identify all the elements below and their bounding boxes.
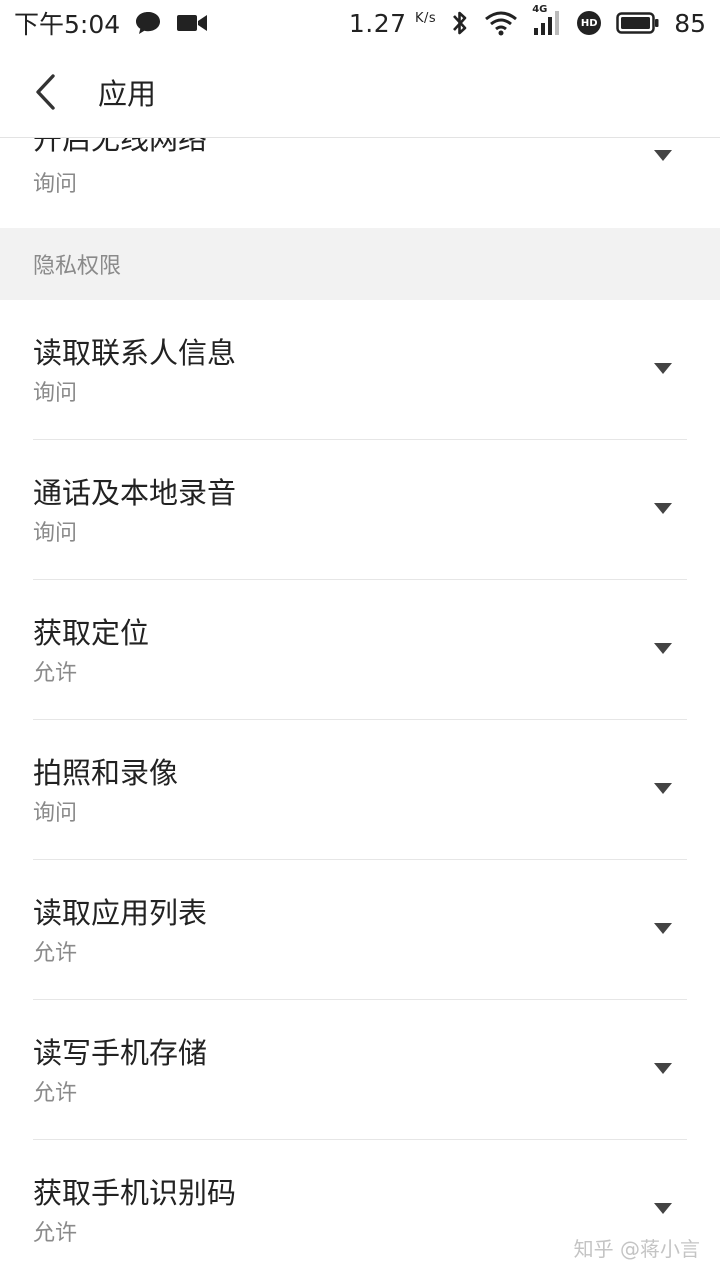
permission-item-app-list[interactable]: 读取应用列表 允许 xyxy=(0,860,720,1000)
network-speed: 1.27 K/s xyxy=(349,9,436,38)
permission-value: 询问 xyxy=(33,521,78,546)
dropdown-arrow-icon xyxy=(654,923,672,935)
hd-badge-label: HD xyxy=(580,17,598,29)
permission-value: 询问 xyxy=(33,172,78,197)
dropdown-arrow-icon xyxy=(654,643,672,655)
chat-bubble-icon xyxy=(134,10,162,36)
permission-item-storage[interactable]: 读写手机存储 允许 xyxy=(0,1000,720,1140)
wifi-icon xyxy=(484,10,518,36)
cellular-signal-icon: 4G xyxy=(532,4,562,36)
permission-title: 开启无线网络 xyxy=(33,138,208,156)
permission-title: 读取应用列表 xyxy=(33,896,208,930)
hd-icon: HD xyxy=(576,10,602,36)
watermark: 知乎 @蒋小言 xyxy=(573,1237,700,1261)
permission-title: 获取定位 xyxy=(33,616,150,650)
dropdown-arrow-icon xyxy=(654,503,672,515)
permission-title: 获取手机识别码 xyxy=(33,1176,237,1210)
dropdown-arrow-icon xyxy=(654,150,672,162)
network-speed-unit: K/s xyxy=(415,10,437,26)
page-title: 应用 xyxy=(98,76,157,111)
permission-value: 允许 xyxy=(33,1081,78,1106)
permission-title: 通话及本地录音 xyxy=(33,476,237,510)
status-bar-right: 1.27 K/s 4G HD 85 xyxy=(349,4,706,38)
permission-item-location[interactable]: 获取定位 允许 xyxy=(0,580,720,720)
permission-title: 读取联系人信息 xyxy=(33,336,237,370)
section-header-privacy: 隐私权限 xyxy=(0,228,720,300)
status-time: 下午5:04 xyxy=(14,10,121,39)
status-bar-left: 下午5:04 xyxy=(14,5,208,41)
permission-value: 询问 xyxy=(33,381,78,406)
permission-item-call-recording[interactable]: 通话及本地录音 询问 xyxy=(0,440,720,580)
settings-list[interactable]: 开启无线网络 询问 隐私权限 读取联系人信息 询问 通话及本地录音 询问 获取定… xyxy=(0,138,720,1280)
chevron-left-icon xyxy=(32,72,58,112)
network-type-label: 4G xyxy=(532,4,548,15)
app-bar: 应用 xyxy=(0,46,720,138)
permission-item-camera[interactable]: 拍照和录像 询问 xyxy=(0,720,720,860)
status-bar: 下午5:04 1.27 K/s 4G HD 85 xyxy=(0,0,720,46)
battery-level: 85 xyxy=(674,8,706,38)
permission-title: 拍照和录像 xyxy=(33,756,179,790)
permission-item-wifi[interactable]: 开启无线网络 询问 xyxy=(0,138,720,228)
section-title: 隐私权限 xyxy=(33,254,122,279)
dropdown-arrow-icon xyxy=(654,1203,672,1215)
dropdown-arrow-icon xyxy=(654,1063,672,1075)
back-button[interactable] xyxy=(0,46,90,138)
permission-value: 允许 xyxy=(33,1221,78,1246)
bluetooth-icon xyxy=(450,9,470,37)
dropdown-arrow-icon xyxy=(654,363,672,375)
video-camera-icon xyxy=(176,12,208,34)
screen: 下午5:04 1.27 K/s 4G HD 85 应用 开启无线网络 询问 隐私… xyxy=(0,0,720,1280)
dropdown-arrow-icon xyxy=(654,783,672,795)
permission-title: 读写手机存储 xyxy=(33,1036,208,1070)
network-speed-value: 1.27 xyxy=(348,8,407,38)
permission-value: 允许 xyxy=(33,661,78,686)
permission-item-contacts[interactable]: 读取联系人信息 询问 xyxy=(0,300,720,440)
permission-value: 允许 xyxy=(33,941,78,966)
battery-icon xyxy=(616,11,660,35)
permission-value: 询问 xyxy=(33,801,78,826)
